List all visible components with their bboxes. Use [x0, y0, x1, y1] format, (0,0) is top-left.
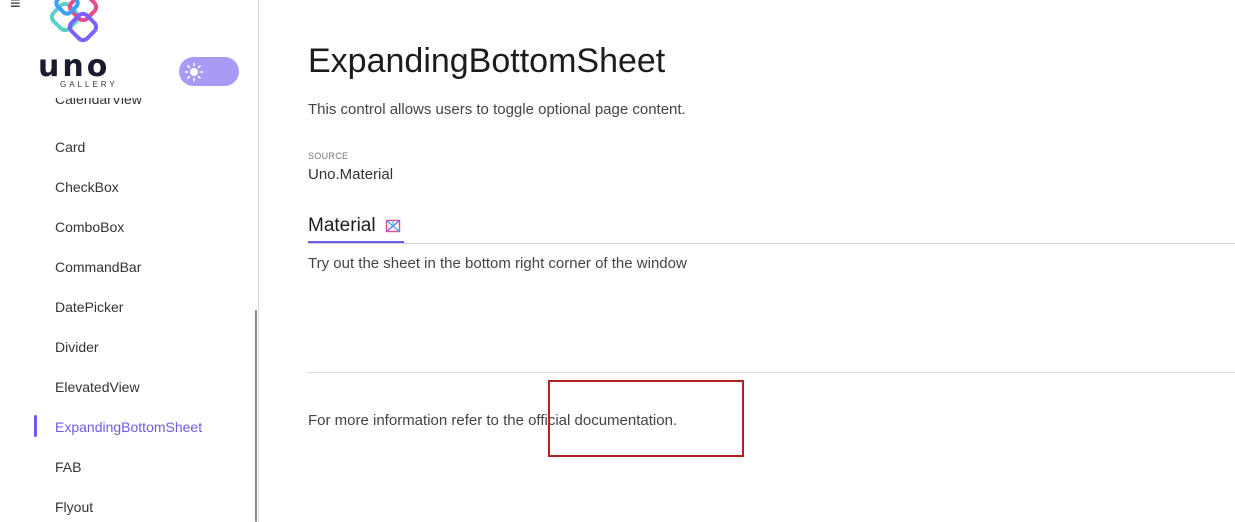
page-description: This control allows users to toggle opti…	[308, 101, 686, 118]
sidebar-item-label: Divider	[55, 339, 99, 355]
sidebar-item-label: FAB	[55, 459, 82, 475]
sidebar-item-label: CommandBar	[55, 259, 142, 275]
more-info-text: For more information refer to the offici…	[308, 412, 677, 429]
sidebar-item-label: CheckBox	[55, 179, 119, 195]
source-label: SOURCE	[308, 151, 349, 161]
hamburger-menu-icon[interactable]: ≡	[10, 0, 21, 12]
sidebar-item-label: Card	[55, 139, 86, 155]
tab-label: Material	[308, 215, 376, 236]
sidebar-item-card[interactable]: Card	[55, 137, 85, 157]
tab-content-text: Try out the sheet in the bottom right co…	[308, 255, 687, 272]
sidebar-item-label: ExpandingBottomSheet	[55, 419, 203, 435]
sidebar-item-fab[interactable]: FAB	[55, 457, 81, 477]
sidebar-item-expandingbottomsheet[interactable]: ExpandingBottomSheet	[55, 417, 202, 437]
theme-toggle[interactable]	[179, 57, 239, 86]
more-info-prefix: For more information refer to the	[308, 412, 529, 429]
main-content: ExpandingBottomSheet This control allows…	[308, 0, 1235, 522]
sidebar-item-datepicker[interactable]: DatePicker	[55, 297, 123, 317]
official-documentation-link[interactable]: official documentation.	[528, 412, 677, 429]
page-title: ExpandingBottomSheet	[308, 42, 666, 80]
logo-subtext: GALLERY	[60, 80, 118, 89]
sidebar-item-combobox[interactable]: ComboBox	[55, 217, 124, 237]
source-value: Uno.Material	[308, 166, 394, 183]
uno-logo-icon	[49, 0, 99, 43]
sun-icon	[181, 59, 206, 84]
sidebar-item-label: ElevatedView	[55, 379, 140, 395]
sidebar-item-label: DatePicker	[55, 299, 124, 315]
sidebar-item-elevatedview[interactable]: ElevatedView	[55, 377, 140, 397]
sidebar-item-flyout[interactable]: Flyout	[55, 497, 93, 517]
logo-text: uno	[38, 49, 111, 84]
sidebar-item-label: Flyout	[55, 499, 94, 515]
sidebar-scrollbar[interactable]	[255, 310, 257, 522]
sidebar-item-checkbox[interactable]: CheckBox	[55, 177, 119, 197]
sidebar-item-divider[interactable]: Divider	[55, 337, 99, 357]
material-design-icon	[385, 219, 400, 233]
active-item-indicator	[34, 415, 37, 437]
sidebar-item-label: ComboBox	[55, 219, 125, 235]
sidebar-item-label: CalendarView	[55, 98, 142, 107]
sidebar-item-calendarview[interactable]: CalendarView	[55, 98, 142, 110]
tab-divider	[308, 243, 1235, 244]
sidebar: ≡ uno GALLERY CalendarView Card CheckBox…	[0, 0, 259, 522]
sidebar-item-commandbar[interactable]: CommandBar	[55, 257, 141, 277]
section-divider	[308, 372, 1235, 373]
tab-material[interactable]: Material	[308, 210, 401, 242]
